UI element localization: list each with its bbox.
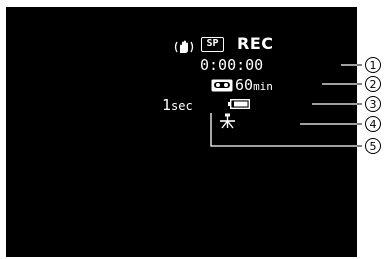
image-stabilizer-icon (174, 40, 194, 53)
svg-text:4: 4 (370, 118, 377, 131)
battery-icon (228, 99, 250, 109)
tripod-icon (220, 113, 235, 129)
callout-number-4: 4 (365, 116, 381, 132)
callout-number-2: 2 (365, 76, 381, 92)
interval-setting: 1sec (162, 98, 193, 113)
callout-number-5: 5 (365, 138, 381, 154)
recording-mode-badge: SP (201, 37, 224, 52)
svg-text:3: 3 (370, 98, 377, 111)
svg-text:1: 1 (370, 59, 377, 72)
viewfinder-screen: SP REC 0:00:00 60min 1sec (6, 7, 357, 257)
interval-unit: sec (171, 99, 193, 113)
svg-text:5: 5 (370, 140, 377, 153)
cassette-tape-icon (211, 79, 233, 92)
tape-remaining-unit: min (253, 80, 273, 93)
callout-number-1: 1 (365, 57, 381, 73)
tape-remaining-value: 60 (235, 76, 254, 94)
tape-remaining: 60min (211, 77, 273, 93)
callout-number-3: 3 (365, 96, 381, 112)
interval-value: 1 (162, 96, 172, 114)
time-code: 0:00:00 (200, 56, 264, 74)
record-status: REC (237, 34, 274, 53)
svg-text:2: 2 (370, 78, 377, 91)
tape-remaining-text: 60min (235, 78, 273, 93)
